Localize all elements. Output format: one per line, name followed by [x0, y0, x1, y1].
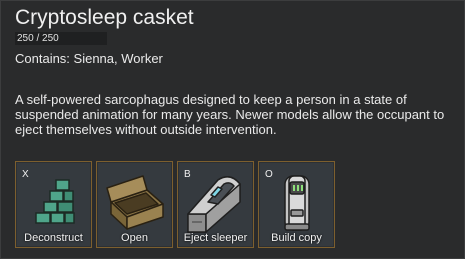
build-copy-label: Build copy	[271, 232, 322, 244]
hit-points-bar: 250 / 250	[15, 32, 107, 45]
inspect-panel: Cryptosleep casket 250 / 250 Contains: S…	[0, 0, 465, 259]
open-button[interactable]: Open	[96, 161, 173, 248]
contents-label: Contains: Sienna, Worker	[15, 51, 163, 66]
eject-sleeper-button[interactable]: B Eject sleeper	[177, 161, 254, 248]
eject-sleeper-label: Eject sleeper	[183, 232, 248, 244]
thing-description: A self-powered sarcophagus designed to k…	[15, 92, 445, 137]
open-label: Open	[121, 232, 148, 244]
deconstruct-label: Deconstruct	[24, 232, 83, 244]
build-copy-button[interactable]: O Build copy	[258, 161, 335, 248]
hit-points-text: 250 / 250	[17, 33, 59, 44]
deconstruct-button[interactable]: X Deconstruct	[15, 161, 92, 248]
thing-title: Cryptosleep casket	[15, 6, 194, 29]
